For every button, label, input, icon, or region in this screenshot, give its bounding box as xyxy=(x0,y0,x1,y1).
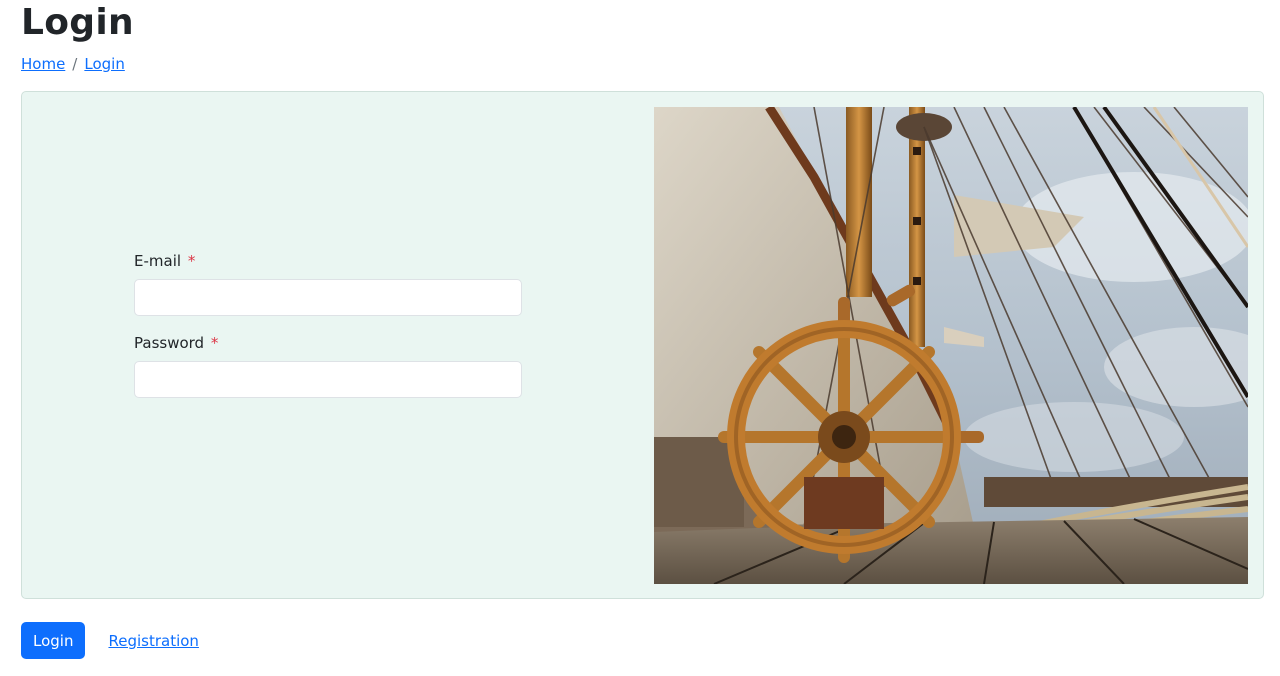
breadcrumb: Home / Login xyxy=(21,55,125,73)
email-field[interactable] xyxy=(134,279,522,316)
login-button[interactable]: Login xyxy=(21,622,86,659)
breadcrumb-separator: / xyxy=(72,55,78,73)
password-field[interactable] xyxy=(134,361,522,398)
page-title: Login xyxy=(21,2,134,43)
email-label: E-mail * xyxy=(134,252,523,270)
password-label: Password * xyxy=(134,334,523,352)
password-label-text: Password xyxy=(134,334,205,352)
breadcrumb-login-link[interactable]: Login xyxy=(84,55,124,73)
login-form: E-mail * Password * xyxy=(134,252,523,398)
login-panel: E-mail * Password * xyxy=(21,91,1264,599)
registration-link[interactable]: Registration xyxy=(108,632,198,650)
breadcrumb-home-link[interactable]: Home xyxy=(21,55,65,73)
password-required-mark: * xyxy=(210,334,219,352)
form-actions: Login Registration xyxy=(21,622,199,659)
ship-wheel-photo xyxy=(654,107,1248,584)
login-page: Login Home / Login E-mail * Password * L… xyxy=(0,0,1280,676)
email-label-text: E-mail xyxy=(134,252,182,270)
email-required-mark: * xyxy=(187,252,196,270)
